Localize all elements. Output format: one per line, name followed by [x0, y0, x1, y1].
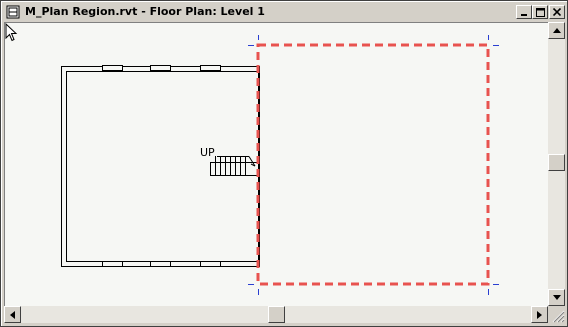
maximize-icon	[535, 7, 545, 17]
vertical-scrollbar[interactable]	[548, 22, 565, 306]
scroll-right-button[interactable]	[531, 306, 548, 323]
arrow-left-icon	[10, 310, 15, 319]
top-windows	[102, 65, 221, 71]
title-bar[interactable]: M_Plan Region.rvt - Floor Plan: Level 1	[3, 3, 565, 21]
horizontal-scroll-thumb[interactable]	[268, 306, 285, 323]
mouse-pointer-icon	[5, 23, 18, 42]
scroll-left-button[interactable]	[4, 306, 21, 323]
document-window: M_Plan Region.rvt - Floor Plan: Level 1	[0, 0, 568, 327]
scroll-up-button[interactable]	[548, 22, 565, 39]
revit-document-icon	[6, 5, 20, 19]
arrow-down-icon	[552, 295, 561, 300]
maximize-button[interactable]	[532, 5, 548, 19]
minimize-icon	[521, 14, 527, 16]
minimize-button[interactable]	[516, 5, 532, 19]
scroll-down-button[interactable]	[548, 289, 565, 306]
bottom-windows	[102, 261, 221, 267]
resize-grip-icon	[552, 310, 565, 323]
close-button[interactable]	[549, 5, 565, 19]
resize-grip[interactable]	[548, 306, 565, 323]
arrow-right-icon	[537, 310, 542, 319]
vertical-scroll-thumb[interactable]	[548, 154, 565, 171]
stair	[210, 156, 258, 176]
arrow-up-icon	[552, 28, 561, 33]
horizontal-scrollbar[interactable]	[4, 306, 548, 323]
building-walls	[61, 66, 260, 267]
plan-region-boundary	[256, 43, 490, 286]
drawing-canvas[interactable]: UP	[4, 22, 549, 307]
floor-plan-drawing	[61, 35, 499, 295]
stair-up-label: UP	[200, 146, 215, 159]
window-title: M_Plan Region.rvt - Floor Plan: Level 1	[25, 5, 265, 18]
close-icon	[553, 8, 561, 16]
plan-region-corner-marks	[248, 35, 499, 295]
